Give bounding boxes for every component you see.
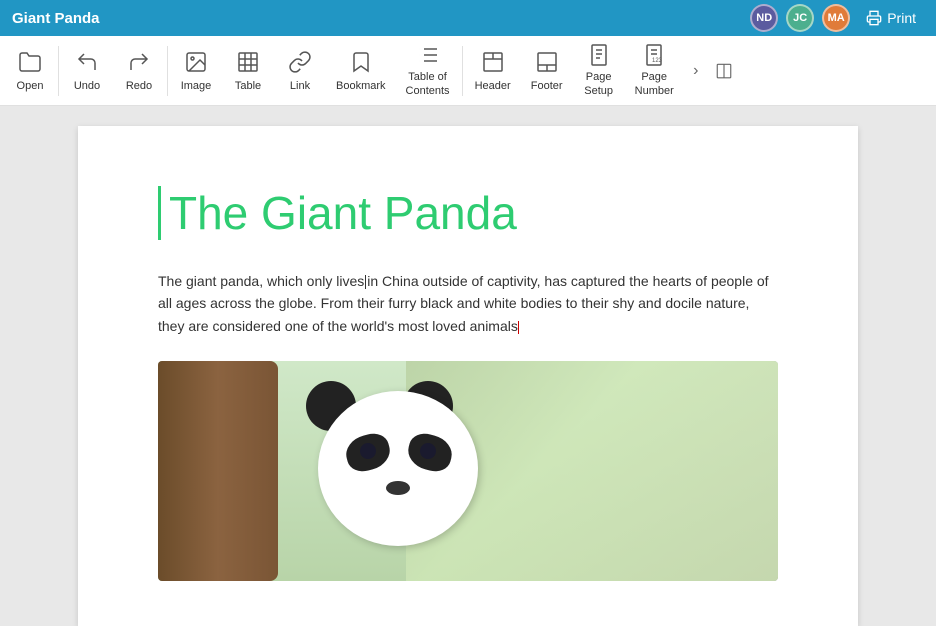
toolbar-page-setup[interactable]: Page Setup — [573, 40, 625, 102]
bookmark-icon — [347, 48, 375, 76]
footer-label: Footer — [531, 80, 563, 93]
divider-3 — [462, 46, 463, 96]
toc-icon — [414, 43, 442, 67]
print-icon — [866, 10, 882, 26]
redo-icon — [125, 48, 153, 76]
toc-label: Table of Contents — [406, 71, 450, 97]
toolbar: Open Undo Redo — [0, 36, 936, 106]
panda-image — [158, 361, 778, 581]
toolbar-nav-next[interactable]: › — [684, 40, 708, 102]
svg-text:123: 123 — [652, 58, 663, 64]
table-label: Table — [235, 80, 261, 93]
undo-label: Undo — [74, 80, 100, 93]
cursor-mark — [365, 275, 366, 289]
document-body[interactable]: The giant panda, which only livesin Chin… — [158, 270, 778, 337]
undo-icon — [73, 48, 101, 76]
avatar-ma[interactable]: MA — [822, 4, 850, 32]
title-bar-right: ND JC MA Print — [750, 4, 924, 32]
toolbar-open[interactable]: Open — [4, 40, 56, 102]
app-title: Giant Panda — [12, 10, 100, 27]
avatar-jc[interactable]: JC — [786, 4, 814, 32]
panda-head — [318, 391, 478, 546]
toolbar-image[interactable]: Image — [170, 40, 222, 102]
page-setup-icon — [585, 43, 613, 67]
document-scroll[interactable]: The Giant Panda The giant panda, which o… — [0, 106, 936, 626]
toolbar-header[interactable]: Header — [465, 40, 521, 102]
divider-1 — [58, 46, 59, 96]
toolbar-undo[interactable]: Undo — [61, 40, 113, 102]
print-label: Print — [887, 10, 916, 26]
redo-label: Redo — [126, 80, 152, 93]
document-title[interactable]: The Giant Panda — [158, 186, 778, 240]
window-layout-icon — [715, 62, 733, 80]
footer-icon — [533, 48, 561, 76]
link-label: Link — [290, 80, 310, 93]
page-number-label: Page Number — [635, 71, 674, 97]
toolbar-page-number[interactable]: 123 Page Number — [625, 40, 684, 102]
image-icon — [182, 48, 210, 76]
page-number-icon: 123 — [640, 43, 668, 67]
toolbar-link[interactable]: Link — [274, 40, 326, 102]
panda-container — [158, 361, 778, 581]
document-page: The Giant Panda The giant panda, which o… — [78, 126, 858, 626]
toolbar-redo[interactable]: Redo — [113, 40, 165, 102]
bookmark-label: Bookmark — [336, 80, 386, 93]
document-area: The Giant Panda The giant panda, which o… — [0, 106, 936, 626]
title-bar: Giant Panda ND JC MA Print — [0, 0, 936, 36]
panda-nose — [386, 481, 410, 495]
open-label: Open — [17, 80, 44, 93]
window-layout-button[interactable] — [712, 40, 736, 102]
divider-2 — [167, 46, 168, 96]
panda-face — [298, 381, 498, 581]
toolbar-bookmark[interactable]: Bookmark — [326, 40, 396, 102]
header-icon — [479, 48, 507, 76]
toolbar-footer[interactable]: Footer — [521, 40, 573, 102]
title-bar-left: Giant Panda — [12, 10, 100, 27]
avatar-nd[interactable]: ND — [750, 4, 778, 32]
print-button[interactable]: Print — [858, 7, 924, 29]
cursor-end-mark — [518, 321, 519, 334]
image-label: Image — [181, 80, 212, 93]
header-label: Header — [475, 80, 511, 93]
open-icon — [16, 48, 44, 76]
toolbar-toc[interactable]: Table of Contents — [396, 40, 460, 102]
table-icon — [234, 48, 262, 76]
link-icon — [286, 48, 314, 76]
toolbar-table[interactable]: Table — [222, 40, 274, 102]
page-setup-label: Page Setup — [584, 71, 613, 97]
tree-bark — [158, 361, 278, 581]
